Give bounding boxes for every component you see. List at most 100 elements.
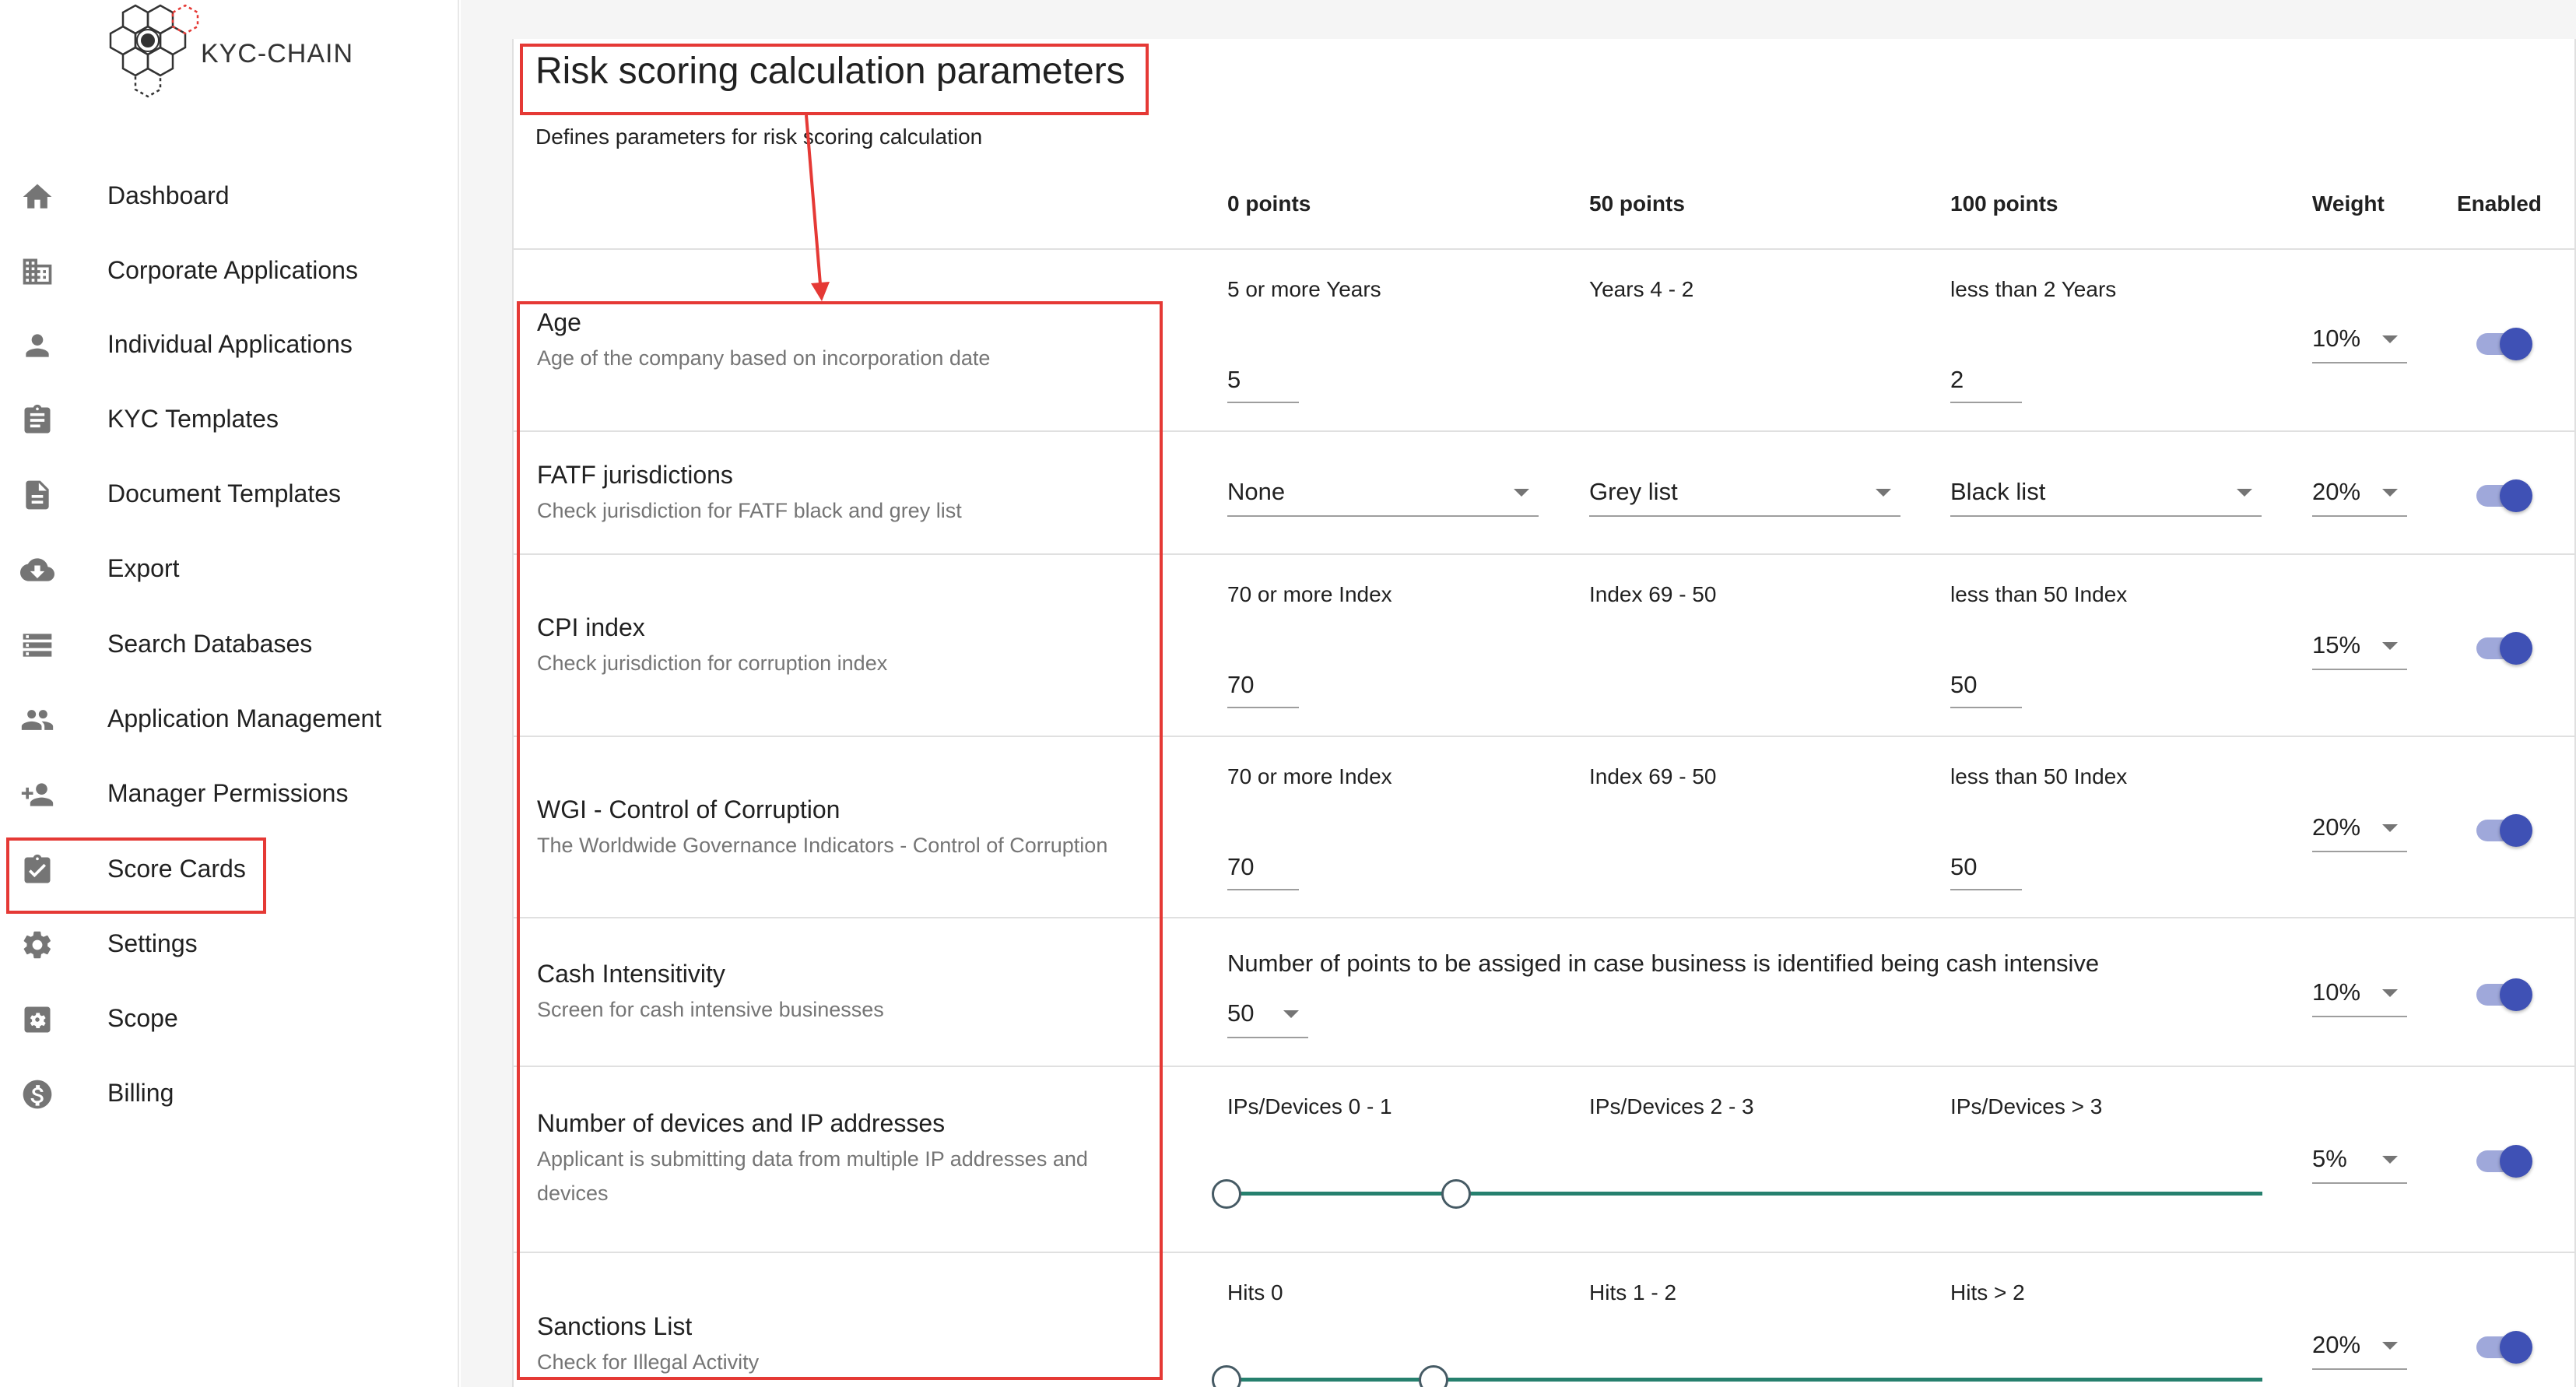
- sidebar-item-label: Corporate Applications: [107, 256, 358, 284]
- cpi-0-points-input[interactable]: 70: [1227, 665, 1299, 708]
- sanctions-enabled-toggle[interactable]: [2473, 1325, 2532, 1364]
- slider-handle-high[interactable]: [1419, 1365, 1448, 1387]
- select-value: 5%: [2312, 1145, 2347, 1172]
- add-people-icon: [20, 778, 54, 812]
- sidebar-item-dashboard[interactable]: Dashboard: [0, 167, 459, 226]
- list-icon: [20, 628, 54, 662]
- page-subtitle: Defines parameters for risk scoring calc…: [535, 125, 983, 149]
- age-50-points-label: Years 4 - 2: [1589, 277, 1694, 301]
- sidebar-item-manager-permissions[interactable]: Manager Permissions: [0, 765, 459, 824]
- sanctions-100-points-label: Hits > 2: [1950, 1280, 2025, 1304]
- age-0-points-input[interactable]: 5: [1227, 360, 1299, 403]
- column-header-enabled: Enabled: [2457, 191, 2542, 216]
- slider-handle-low[interactable]: [1212, 1179, 1241, 1209]
- sidebar-item-document-templates[interactable]: Document Templates: [0, 465, 459, 525]
- select-value: 10%: [2312, 978, 2361, 1006]
- sanctions-range-slider[interactable]: [1212, 1364, 2262, 1387]
- sidebar-item-search-databases[interactable]: Search Databases: [0, 616, 459, 675]
- caret-down-icon: [1283, 1010, 1299, 1018]
- scope-icon: [20, 1003, 54, 1037]
- people-icon: [20, 703, 54, 737]
- logo-text: KYC-CHAIN: [201, 39, 354, 68]
- caret-down-icon: [2382, 824, 2398, 832]
- sanctions-weight-select[interactable]: 20%: [2312, 1325, 2407, 1370]
- select-value: 10%: [2312, 325, 2361, 352]
- cash-points-select[interactable]: 50: [1227, 993, 1308, 1038]
- caret-down-icon: [2382, 489, 2398, 497]
- sidebar-item-application-management[interactable]: Application Management: [0, 690, 459, 750]
- sidebar-item-label: Document Templates: [107, 479, 341, 507]
- select-value: 20%: [2312, 813, 2361, 841]
- caret-down-icon: [1876, 489, 1891, 497]
- sidebar: KYC-CHAIN Dashboard Corporate Applicatio…: [0, 0, 459, 1387]
- sidebar-item-label: Individual Applications: [107, 330, 353, 358]
- document-icon: [20, 478, 54, 512]
- fatf-weight-select[interactable]: 20%: [2312, 472, 2407, 517]
- top-bar: [461, 0, 2576, 39]
- devices-range-slider[interactable]: [1212, 1178, 2262, 1209]
- wgi-weight-select[interactable]: 20%: [2312, 807, 2407, 852]
- column-header-50-points: 50 points: [1589, 191, 1685, 216]
- column-header-weight: Weight: [2312, 191, 2385, 216]
- cloud-download-icon: [20, 553, 54, 587]
- sidebar-item-label: Dashboard: [107, 181, 230, 209]
- slider-handle-high[interactable]: [1441, 1179, 1471, 1209]
- fatf-enabled-toggle[interactable]: [2473, 473, 2532, 512]
- sidebar-item-label: Manager Permissions: [107, 779, 349, 807]
- highlight-box-parameters: [517, 301, 1163, 1380]
- cpi-0-points-label: 70 or more Index: [1227, 582, 1392, 606]
- age-0-points-label: 5 or more Years: [1227, 277, 1381, 301]
- cpi-enabled-toggle[interactable]: [2473, 626, 2532, 665]
- cpi-weight-select[interactable]: 15%: [2312, 625, 2407, 670]
- building-icon: [20, 255, 54, 289]
- sidebar-item-settings[interactable]: Settings: [0, 915, 459, 974]
- wgi-enabled-toggle[interactable]: [2473, 808, 2532, 847]
- devices-100-points-label: IPs/Devices > 3: [1950, 1094, 2103, 1118]
- devices-weight-select[interactable]: 5%: [2312, 1139, 2407, 1184]
- select-value: Grey list: [1589, 478, 1678, 505]
- cpi-50-points-label: Index 69 - 50: [1589, 582, 1717, 606]
- sidebar-item-label: Application Management: [107, 704, 382, 732]
- sidebar-item-label: Search Databases: [107, 630, 313, 658]
- sanctions-50-points-label: Hits 1 - 2: [1589, 1280, 1677, 1304]
- slider-handle-low[interactable]: [1212, 1365, 1241, 1387]
- cash-enabled-toggle[interactable]: [2473, 972, 2532, 1011]
- slider-track: [1227, 1192, 2262, 1196]
- highlight-box-score-cards: [6, 837, 266, 914]
- fatf-0-points-select[interactable]: None: [1227, 472, 1539, 517]
- caret-down-icon: [2382, 1156, 2398, 1164]
- sidebar-item-label: Settings: [107, 929, 198, 957]
- sanctions-0-points-label: Hits 0: [1227, 1280, 1283, 1304]
- age-100-points-input[interactable]: 2: [1950, 360, 2022, 403]
- cpi-100-points-label: less than 50 Index: [1950, 582, 2128, 606]
- sidebar-item-label: Export: [107, 554, 180, 582]
- fatf-50-points-select[interactable]: Grey list: [1589, 472, 1900, 517]
- age-enabled-toggle[interactable]: [2473, 321, 2532, 360]
- cpi-100-points-input[interactable]: 50: [1950, 665, 2022, 708]
- devices-enabled-toggle[interactable]: [2473, 1139, 2532, 1178]
- cash-weight-select[interactable]: 10%: [2312, 972, 2407, 1017]
- sidebar-item-kyc-templates[interactable]: KYC Templates: [0, 391, 459, 450]
- sidebar-item-individual-applications[interactable]: Individual Applications: [0, 316, 459, 375]
- sidebar-item-export[interactable]: Export: [0, 540, 459, 599]
- sidebar-item-corporate-applications[interactable]: Corporate Applications: [0, 242, 459, 301]
- clipboard-icon: [20, 403, 54, 437]
- wgi-0-points-label: 70 or more Index: [1227, 764, 1392, 788]
- column-header-100-points: 100 points: [1950, 191, 2058, 216]
- devices-0-points-label: IPs/Devices 0 - 1: [1227, 1094, 1392, 1118]
- person-icon: [20, 328, 54, 363]
- age-weight-select[interactable]: 10%: [2312, 318, 2407, 363]
- gear-icon: [20, 928, 54, 962]
- select-value: 15%: [2312, 631, 2361, 658]
- wgi-0-points-input[interactable]: 70: [1227, 847, 1299, 890]
- caret-down-icon: [2382, 1342, 2398, 1350]
- age-100-points-label: less than 2 Years: [1950, 277, 2117, 301]
- sidebar-item-scope[interactable]: Scope: [0, 990, 459, 1049]
- select-value: Black list: [1950, 478, 2046, 505]
- fatf-100-points-select[interactable]: Black list: [1950, 472, 2262, 517]
- sidebar-item-billing[interactable]: Billing: [0, 1065, 459, 1124]
- column-header-0-points: 0 points: [1227, 191, 1311, 216]
- wgi-100-points-input[interactable]: 50: [1950, 847, 2022, 890]
- wgi-50-points-label: Index 69 - 50: [1589, 764, 1717, 788]
- highlight-box-title: [520, 44, 1149, 115]
